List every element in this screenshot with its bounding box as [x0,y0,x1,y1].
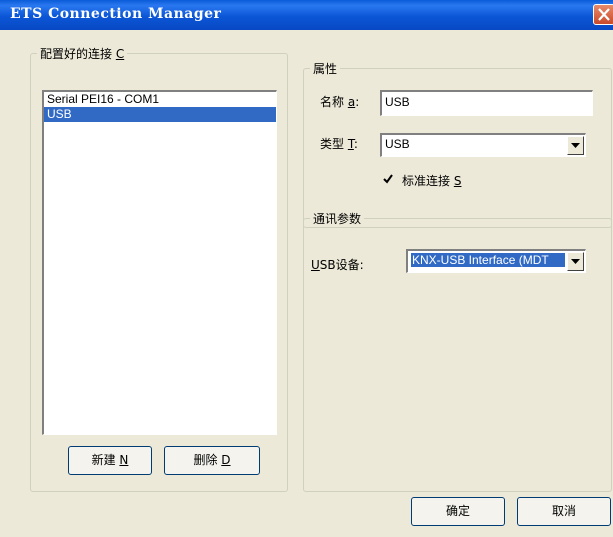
close-icon [598,8,610,21]
dialog-body: 配置好的连接 C Serial PEI16 - COM1 USB 新建 N 删除… [0,30,613,537]
type-select-value: USB [385,137,410,151]
usb-device-label: USB设备: [311,258,364,272]
usb-device-select[interactable]: KNX-USB Interface (MDT [406,249,586,273]
standard-connection-label: 标准连接 S [402,174,462,188]
connections-list[interactable]: Serial PEI16 - COM1 USB [42,90,277,435]
new-button[interactable]: 新建 N [68,446,152,475]
window-title: ETS Connection Manager [10,6,222,22]
chevron-down-icon [571,259,580,264]
name-label: 名称 a: [320,95,360,109]
connections-legend: 配置好的连接 C [40,47,125,61]
standard-connection-checkbox[interactable] [382,173,394,185]
type-label: 类型 T: [320,137,358,151]
delete-button[interactable]: 删除 D [164,446,260,475]
usb-device-dropdown-button[interactable] [567,252,584,271]
type-select[interactable]: USB [380,133,586,157]
name-input[interactable]: USB [380,90,593,116]
usb-device-select-value: KNX-USB Interface (MDT [411,253,565,267]
title-bar: ETS Connection Manager [0,0,613,30]
comm-params-legend: 通讯参数 [313,212,362,226]
ok-button[interactable]: 确定 [411,497,505,526]
cancel-button[interactable]: 取消 [517,497,611,526]
chevron-down-icon [571,143,580,148]
list-item-selected[interactable]: USB [44,107,276,122]
type-dropdown-button[interactable] [567,136,584,155]
close-button[interactable] [593,4,613,25]
properties-legend: 属性 [313,62,338,76]
list-item[interactable]: Serial PEI16 - COM1 [44,92,276,107]
